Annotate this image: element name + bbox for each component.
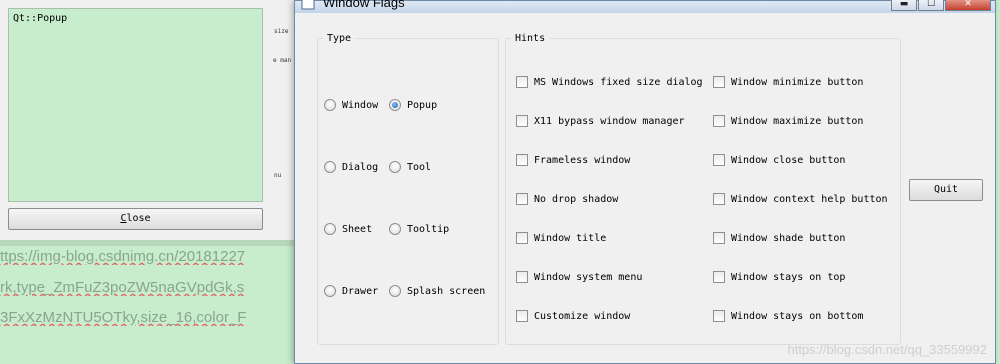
checkbox-label: X11 bypass window manager — [534, 115, 685, 127]
radio-label: Popup — [407, 99, 438, 111]
radio-splash-screen[interactable]: Splash screen — [389, 285, 485, 297]
radio-label: Dialog — [342, 161, 379, 173]
radio-label: Sheet — [342, 223, 373, 235]
type-group: Type Window Popup Dialog Tool Sheet Tool… — [317, 33, 499, 345]
close-window-button[interactable]: ✕ — [945, 0, 991, 11]
checkbox-label: Window title — [534, 232, 607, 244]
checkbox-indicator[interactable] — [713, 115, 725, 127]
checkbox-indicator[interactable] — [516, 115, 528, 127]
radio-tool[interactable]: Tool — [389, 161, 431, 173]
background-fragment: e man — [273, 57, 292, 64]
background-editor: ttps://img-blog.csdnimg.cn/20181227 rk,t… — [0, 240, 300, 364]
hints-group-title: Hints — [515, 33, 546, 44]
checkbox-indicator[interactable] — [516, 154, 528, 166]
checkbox-indicator[interactable] — [516, 232, 528, 244]
checkbox-ms-windows-fixed-size-dialog[interactable]: MS Windows fixed size dialog — [516, 76, 703, 88]
background-line: 3FxXzMzNTU5OTky,size_16,color_F — [0, 309, 247, 326]
checkbox-label: MS Windows fixed size dialog — [534, 76, 703, 88]
radio-dialog[interactable]: Dialog — [324, 161, 378, 173]
checkbox-window-stays-on-bottom[interactable]: Window stays on bottom — [713, 310, 863, 322]
checkbox-label: Customize window — [534, 310, 631, 322]
checkbox-indicator[interactable] — [713, 76, 725, 88]
radio-tooltip[interactable]: Tooltip — [389, 223, 449, 235]
background-fragment: nu — [274, 172, 282, 179]
window-app-icon — [301, 0, 315, 10]
checkbox-window-system-menu[interactable]: Window system menu — [516, 271, 642, 283]
checkbox-label: Window close button — [731, 154, 846, 166]
window-controls: ▬ ☐ ✕ — [891, 0, 992, 11]
checkbox-x11-bypass-window-manager[interactable]: X11 bypass window manager — [516, 115, 685, 127]
checkbox-indicator[interactable] — [516, 310, 528, 322]
radio-label: Window — [342, 99, 379, 111]
maximize-button[interactable]: ☐ — [918, 0, 944, 11]
editor-scrollbar — [0, 240, 300, 246]
checkbox-label: Window shade button — [731, 232, 846, 244]
minimize-button[interactable]: ▬ — [891, 0, 917, 11]
checkbox-window-minimize-button[interactable]: Window minimize button — [713, 76, 863, 88]
checkbox-indicator[interactable] — [713, 232, 725, 244]
radio-label: Drawer — [342, 285, 379, 297]
radio-drawer[interactable]: Drawer — [324, 285, 378, 297]
radio-indicator[interactable] — [389, 161, 401, 173]
radio-indicator-checked[interactable] — [389, 99, 401, 111]
radio-popup[interactable]: Popup — [389, 99, 437, 111]
close-label-rest: lose — [126, 213, 151, 224]
checkbox-label: Window stays on bottom — [731, 310, 864, 322]
hints-group: Hints MS Windows fixed size dialog X11 b… — [505, 33, 901, 345]
preview-window: Qt::Popup Close size e man nu — [0, 0, 300, 240]
title-bar[interactable]: Window Flags ▬ ☐ ✕ — [295, 0, 995, 13]
dialog-client-area: Type Window Popup Dialog Tool Sheet Tool… — [301, 13, 991, 359]
checkbox-no-drop-shadow[interactable]: No drop shadow — [516, 193, 618, 205]
checkbox-label: Window context help button — [731, 193, 888, 205]
preview-text-area[interactable]: Qt::Popup — [8, 8, 263, 202]
checkbox-indicator[interactable] — [713, 271, 725, 283]
checkbox-frameless-window[interactable]: Frameless window — [516, 154, 630, 166]
checkbox-label: Window system menu — [534, 271, 643, 283]
radio-window[interactable]: Window — [324, 99, 378, 111]
checkbox-indicator[interactable] — [713, 154, 725, 166]
window-flags-dialog: Window Flags ▬ ☐ ✕ Type Window Popup Dia… — [294, 0, 996, 364]
checkbox-indicator[interactable] — [713, 310, 725, 322]
radio-label: Tool — [407, 161, 432, 173]
radio-label: Tooltip — [407, 223, 450, 235]
watermark-text: https://blog.csdn.net/qq_33559992 — [787, 342, 988, 357]
radio-indicator[interactable] — [324, 285, 336, 297]
background-fragment: size — [274, 28, 289, 35]
preview-flags-text: Qt::Popup — [13, 13, 68, 24]
checkbox-window-context-help-button[interactable]: Window context help button — [713, 193, 888, 205]
checkbox-window-shade-button[interactable]: Window shade button — [713, 232, 845, 244]
checkbox-label: Window stays on top — [731, 271, 846, 283]
radio-label: Splash screen — [407, 285, 486, 297]
checkbox-indicator[interactable] — [516, 193, 528, 205]
background-line: ttps://img-blog.csdnimg.cn/20181227 — [0, 248, 246, 265]
checkbox-indicator[interactable] — [713, 193, 725, 205]
type-group-title: Type — [327, 33, 352, 44]
checkbox-indicator[interactable] — [516, 76, 528, 88]
checkbox-indicator[interactable] — [516, 271, 528, 283]
radio-indicator[interactable] — [324, 223, 336, 235]
checkbox-label: Window minimize button — [731, 76, 864, 88]
checkbox-window-close-button[interactable]: Window close button — [713, 154, 845, 166]
checkbox-label: No drop shadow — [534, 193, 619, 205]
radio-sheet[interactable]: Sheet — [324, 223, 372, 235]
radio-indicator[interactable] — [324, 161, 336, 173]
checkbox-window-title[interactable]: Window title — [516, 232, 606, 244]
checkbox-window-stays-on-top[interactable]: Window stays on top — [713, 271, 845, 283]
checkbox-customize-window[interactable]: Customize window — [516, 310, 630, 322]
radio-indicator[interactable] — [324, 99, 336, 111]
window-title: Window Flags — [323, 0, 405, 10]
close-button[interactable]: Close — [8, 208, 263, 230]
checkbox-label: Frameless window — [534, 154, 631, 166]
radio-indicator[interactable] — [389, 223, 401, 235]
background-line: rk,type_ZmFuZ3poZW5naGVpdGk,s — [0, 279, 245, 296]
quit-button[interactable]: Quit — [909, 179, 983, 201]
checkbox-window-maximize-button[interactable]: Window maximize button — [713, 115, 863, 127]
checkbox-label: Window maximize button — [731, 115, 864, 127]
radio-indicator[interactable] — [389, 285, 401, 297]
